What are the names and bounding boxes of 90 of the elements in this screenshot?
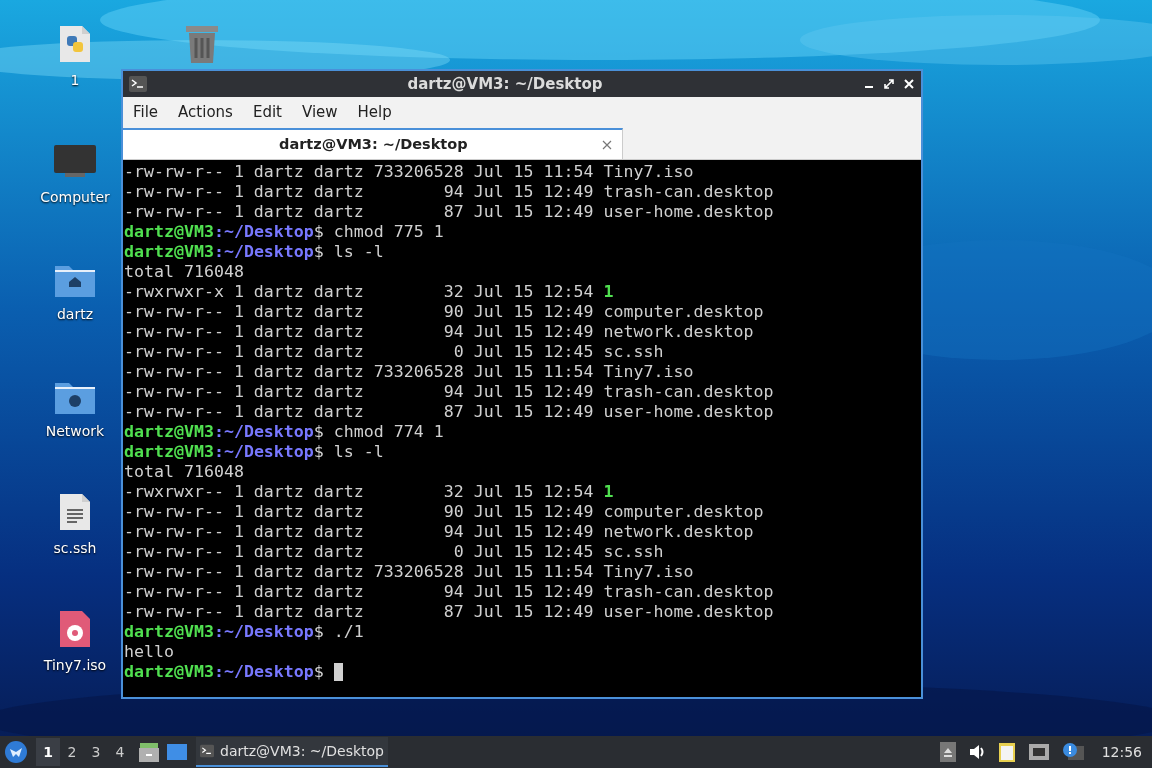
file-name: computer.desktop <box>603 502 764 522</box>
command: $ ls -l <box>313 442 384 462</box>
menu-item[interactable]: Actions <box>170 100 241 124</box>
file-info: -rw-rw-r-- 1 dartz dartz 0 Jul 15 12:45 <box>124 342 595 362</box>
desktop-icon-label[interactable]: Network <box>45 421 105 442</box>
command: $ <box>313 662 325 682</box>
prompt-user: dartz@VM3 <box>124 222 214 242</box>
clock[interactable]: 12:56 <box>1101 741 1142 763</box>
start-menu-icon[interactable] <box>4 740 28 764</box>
output-line: hello <box>124 642 174 661</box>
tab-label: dartz@VM3: ~/Desktop <box>279 134 469 154</box>
file-info: -rw-rw-r-- 1 dartz dartz 87 Jul 15 12:49 <box>124 402 595 422</box>
desktop-icon-label[interactable]: Tiny7.iso <box>43 655 107 676</box>
workspace-button[interactable]: 4 <box>108 738 132 766</box>
output-line: total 716048 <box>124 462 244 481</box>
file-info: -rw-rw-r-- 1 dartz dartz 733206528 Jul 15 11:54 <box>124 362 595 382</box>
file-name: Tiny7.iso <box>603 162 694 182</box>
file-info: -rw-rw-r-- 1 dartz dartz 94 Jul 15 12:49 <box>124 582 595 602</box>
terminal-icon <box>129 76 147 92</box>
file-name: 1 <box>603 482 614 502</box>
file-name: user-home.desktop <box>603 402 774 422</box>
text-file-icon <box>58 492 92 532</box>
file-info: -rwxrwxr-x 1 dartz dartz 32 Jul 15 12:54 <box>124 282 595 302</box>
file-name: sc.ssh <box>603 542 664 562</box>
command: $ ./1 <box>313 622 364 642</box>
prompt-path: :~/Desktop <box>213 422 314 442</box>
file-name: user-home.desktop <box>603 202 774 222</box>
file-name: trash-can.desktop <box>603 382 774 402</box>
prompt-path: :~/Desktop <box>213 622 314 642</box>
eject-icon[interactable] <box>939 742 956 762</box>
workspace-button[interactable]: 3 <box>84 738 108 766</box>
trash-icon[interactable] <box>184 24 220 64</box>
file-info: -rw-rw-r-- 1 dartz dartz 733206528 Jul 15 11:54 <box>124 562 595 582</box>
menu-item[interactable]: File <box>125 100 167 124</box>
taskbar-task[interactable]: dartz@VM3: ~/Desktop <box>196 737 388 767</box>
file-name: Tiny7.iso <box>603 562 694 582</box>
file-info: -rw-rw-r-- 1 dartz dartz 94 Jul 15 12:49 <box>124 522 595 542</box>
file-name: computer.desktop <box>603 302 764 322</box>
file-name: trash-can.desktop <box>603 182 774 202</box>
file-info: -rw-rw-r-- 1 dartz dartz 90 Jul 15 12:49 <box>124 502 595 522</box>
terminal-icon <box>200 743 214 759</box>
prompt-path: :~/Desktop <box>213 442 314 462</box>
prompt-user: dartz@VM3 <box>124 242 214 262</box>
prompt-user: dartz@VM3 <box>124 622 214 642</box>
workspace-button[interactable]: 1 <box>36 738 60 766</box>
maximize-icon[interactable] <box>883 78 895 90</box>
prompt-user: dartz@VM3 <box>124 442 214 462</box>
file-info: -rw-rw-r-- 1 dartz dartz 733206528 Jul 15 11:54 <box>124 162 595 182</box>
file-name: user-home.desktop <box>603 602 774 622</box>
window-title: dartz@VM3: ~/Desktop <box>406 73 604 95</box>
file-info: -rw-rw-r-- 1 dartz dartz 94 Jul 15 12:49 <box>124 182 595 202</box>
prompt-user: dartz@VM3 <box>124 422 214 442</box>
terminal-tab[interactable]: dartz@VM3: ~/Desktop <box>123 128 623 159</box>
command: $ ls -l <box>313 242 384 262</box>
prompt-path: :~/Desktop <box>213 242 314 262</box>
file-name: 1 <box>603 282 614 302</box>
show-desktop-icon[interactable] <box>166 742 188 762</box>
menu-item[interactable]: Help <box>349 100 400 124</box>
workspace-button[interactable]: 2 <box>60 738 84 766</box>
desktop-icon-label[interactable]: dartz <box>56 304 94 325</box>
clipboard-icon[interactable] <box>997 741 1016 763</box>
file-name: network.desktop <box>603 322 754 342</box>
file-name: sc.ssh <box>603 342 664 362</box>
file-info: -rw-rw-r-- 1 dartz dartz 0 Jul 15 12:45 <box>124 542 595 562</box>
file-info: -rw-rw-r-- 1 dartz dartz 87 Jul 15 12:49 <box>124 202 595 222</box>
network-port-icon[interactable] <box>1027 743 1050 761</box>
desktop-icon-label[interactable]: sc.ssh <box>53 538 97 559</box>
file-cabinet-icon[interactable] <box>138 741 160 763</box>
prompt-path: :~/Desktop <box>213 222 314 242</box>
file-info: -rw-rw-r-- 1 dartz dartz 94 Jul 15 12:49 <box>124 382 595 402</box>
command: $ chmod 774 1 <box>313 422 444 442</box>
volume-icon[interactable] <box>967 743 986 761</box>
command: $ chmod 775 1 <box>313 222 444 242</box>
output-line: total 716048 <box>124 262 244 281</box>
desktop-icon-label[interactable]: Computer <box>40 187 110 208</box>
menu-item[interactable]: Edit <box>244 100 290 124</box>
prompt-path: :~/Desktop <box>213 662 314 682</box>
file-name: trash-can.desktop <box>603 582 774 602</box>
file-info: -rw-rw-r-- 1 dartz dartz 94 Jul 15 12:49 <box>124 322 595 342</box>
file-info: -rw-rw-r-- 1 dartz dartz 90 Jul 15 12:49 <box>124 302 595 322</box>
file-name: Tiny7.iso <box>603 362 694 382</box>
disc-image-icon <box>58 609 92 649</box>
notification-icon[interactable] <box>1061 742 1084 762</box>
file-name: network.desktop <box>603 522 754 542</box>
menu-item[interactable]: View <box>293 100 346 124</box>
file-info: -rwxrwxr-- 1 dartz dartz 32 Jul 15 12:54 <box>124 482 595 502</box>
terminal-output[interactable] <box>123 160 921 697</box>
file-info: -rw-rw-r-- 1 dartz dartz 87 Jul 15 12:49 <box>124 602 595 622</box>
python-file-icon <box>58 24 92 64</box>
prompt-user: dartz@VM3 <box>124 662 214 682</box>
